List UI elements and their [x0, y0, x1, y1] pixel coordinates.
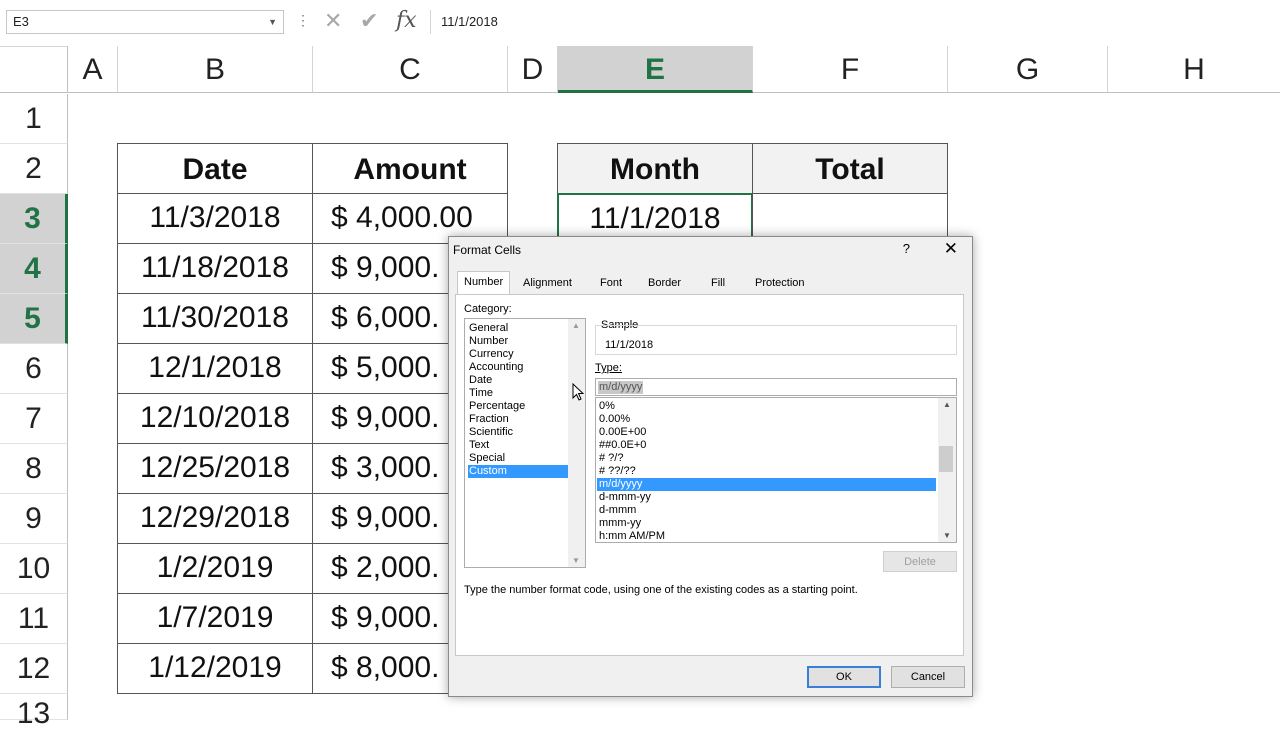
header-total[interactable]: Total	[752, 143, 948, 194]
tab-alignment[interactable]: Alignment	[517, 273, 578, 294]
format-item[interactable]: d-mmm	[597, 504, 936, 517]
header-month[interactable]: Month	[557, 143, 753, 194]
cancel-button[interactable]: Cancel	[891, 666, 965, 688]
chevron-down-icon[interactable]: ▼	[268, 11, 277, 33]
format-item[interactable]: # ?/?	[597, 452, 936, 465]
format-item[interactable]: mmm-yy	[597, 517, 936, 530]
format-item[interactable]: 0.00%	[597, 413, 936, 426]
scroll-up-icon[interactable]: ▲	[943, 400, 951, 409]
date-cell[interactable]: 11/18/2018	[117, 243, 313, 294]
tab-number[interactable]: Number	[457, 271, 511, 296]
category-item[interactable]: Currency	[468, 348, 568, 361]
date-cell[interactable]: 12/25/2018	[117, 443, 313, 494]
scroll-thumb[interactable]	[939, 446, 953, 472]
enter-icon[interactable]: ✔	[360, 8, 378, 34]
category-scrollbar[interactable]: ▲ ▼	[568, 319, 585, 567]
date-cell[interactable]: 1/2/2019	[117, 543, 313, 594]
category-item[interactable]: Scientific	[468, 426, 568, 439]
row-header-4[interactable]: 4	[0, 244, 68, 294]
category-item[interactable]: Accounting	[468, 361, 568, 374]
format-item[interactable]: 0%	[597, 400, 936, 413]
format-item-selected[interactable]: m/d/yyyy	[597, 478, 936, 491]
row-header-12[interactable]: 12	[0, 644, 68, 694]
type-input-value: m/d/yyyy	[598, 381, 644, 394]
ok-button[interactable]: OK	[807, 666, 881, 688]
column-header-h[interactable]: H	[1108, 46, 1280, 93]
row-header-11[interactable]: 11	[0, 594, 68, 644]
category-item[interactable]: General	[468, 322, 568, 335]
category-item[interactable]: Special	[468, 452, 568, 465]
formula-bar: E3 ▼ ⋮ ✕ ✔ fx 11/1/2018	[0, 0, 1280, 47]
formula-input[interactable]: 11/1/2018	[430, 10, 1280, 34]
type-input[interactable]: m/d/yyyy	[595, 378, 957, 396]
row-header-8[interactable]: 8	[0, 444, 68, 494]
format-item[interactable]: d-mmm-yy	[597, 491, 936, 504]
tab-protection[interactable]: Protection	[749, 273, 811, 294]
format-code-list[interactable]: 0% 0.00% 0.00E+00 ##0.0E+0 # ?/? # ??/??…	[595, 397, 957, 543]
format-cells-dialog: Format Cells ? ✕ Number Alignment Font B…	[448, 236, 973, 697]
fx-icon[interactable]: fx	[396, 8, 417, 33]
format-scrollbar[interactable]: ▲ ▼	[938, 398, 956, 542]
delete-button[interactable]: Delete	[883, 551, 957, 572]
category-item[interactable]: Number	[468, 335, 568, 348]
row-header-7[interactable]: 7	[0, 394, 68, 444]
tab-font[interactable]: Font	[594, 273, 628, 294]
column-header-a[interactable]: A	[68, 46, 118, 93]
type-label: Type:	[595, 362, 622, 374]
sample-value: 11/1/2018	[605, 339, 654, 351]
header-date[interactable]: Date	[117, 143, 313, 194]
column-header-g[interactable]: G	[948, 46, 1108, 93]
dialog-title: Format Cells	[453, 243, 522, 257]
format-item[interactable]: 0.00E+00	[597, 426, 936, 439]
scroll-down-icon[interactable]: ▼	[572, 556, 580, 565]
more-icon[interactable]: ⋮	[296, 12, 310, 29]
format-item[interactable]: ##0.0E+0	[597, 439, 936, 452]
category-item[interactable]: Time	[468, 387, 568, 400]
row-header-2[interactable]: 2	[0, 144, 68, 194]
hint-text: Type the number format code, using one o…	[464, 584, 858, 596]
column-header-f[interactable]: F	[753, 46, 948, 93]
date-cell[interactable]: 11/30/2018	[117, 293, 313, 344]
close-icon[interactable]: ✕	[944, 239, 958, 259]
category-item[interactable]: Date	[468, 374, 568, 387]
column-header-e[interactable]: E	[558, 46, 753, 93]
column-header-b[interactable]: B	[118, 46, 313, 93]
tab-border[interactable]: Border	[642, 273, 687, 294]
category-item-selected[interactable]: Custom	[468, 465, 568, 478]
category-label: Category:	[464, 303, 512, 315]
scroll-up-icon[interactable]: ▲	[572, 321, 580, 330]
tab-fill[interactable]: Fill	[705, 273, 731, 294]
date-cell[interactable]: 12/1/2018	[117, 343, 313, 394]
date-cell[interactable]: 1/12/2019	[117, 643, 313, 694]
help-icon[interactable]: ?	[903, 241, 910, 256]
date-cell[interactable]: 1/7/2019	[117, 593, 313, 644]
row-header-5[interactable]: 5	[0, 294, 68, 344]
cancel-icon[interactable]: ✕	[324, 8, 342, 34]
scroll-down-icon[interactable]: ▼	[943, 531, 951, 540]
header-amount[interactable]: Amount	[312, 143, 508, 194]
date-cell[interactable]: 11/3/2018	[117, 193, 313, 244]
select-all-corner[interactable]	[0, 46, 68, 93]
format-item[interactable]: h:mm AM/PM	[597, 530, 936, 543]
name-box[interactable]: E3 ▼	[6, 10, 284, 34]
row-header-10[interactable]: 10	[0, 544, 68, 594]
mouse-pointer-icon	[572, 383, 584, 401]
sample-box: 11/1/2018	[595, 325, 957, 355]
category-item[interactable]: Percentage	[468, 400, 568, 413]
column-header-d[interactable]: D	[508, 46, 558, 93]
column-header-c[interactable]: C	[313, 46, 508, 93]
format-item[interactable]: # ??/??	[597, 465, 936, 478]
category-list[interactable]: General Number Currency Accounting Date …	[464, 318, 586, 568]
category-item[interactable]: Fraction	[468, 413, 568, 426]
name-box-value: E3	[13, 14, 29, 29]
row-header-6[interactable]: 6	[0, 344, 68, 394]
date-cell[interactable]: 12/29/2018	[117, 493, 313, 544]
row-header-9[interactable]: 9	[0, 494, 68, 544]
date-cell[interactable]: 12/10/2018	[117, 393, 313, 444]
row-header-3[interactable]: 3	[0, 194, 68, 244]
category-item[interactable]: Text	[468, 439, 568, 452]
row-header-1[interactable]: 1	[0, 94, 68, 144]
row-header-13[interactable]: 13	[0, 694, 68, 730]
